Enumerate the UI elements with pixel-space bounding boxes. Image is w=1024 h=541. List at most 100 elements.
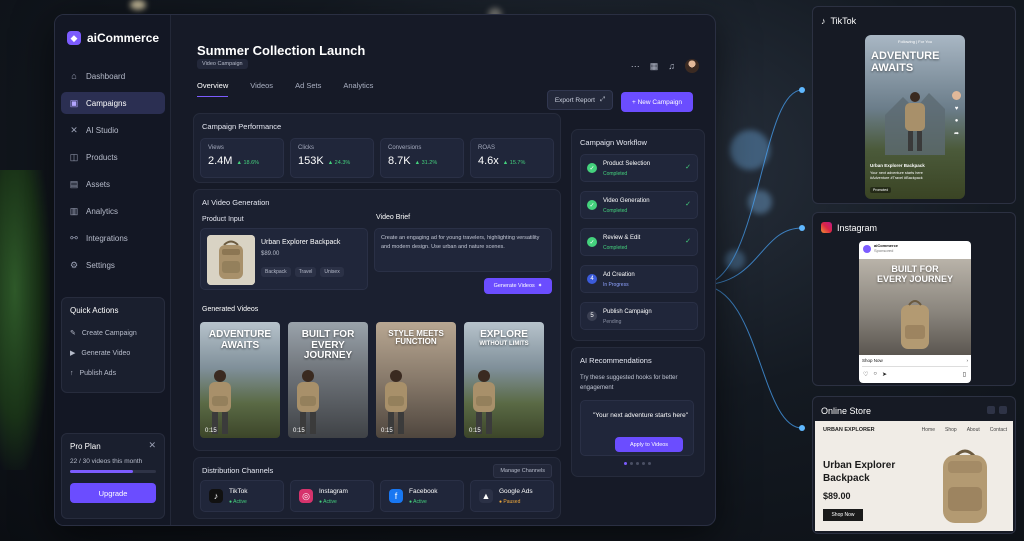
- share-icon[interactable]: ➤: [882, 371, 887, 378]
- metric-label: ROAS: [478, 145, 496, 151]
- sidebar-item-label: Products: [86, 152, 118, 162]
- sidebar-item-assets[interactable]: ▤ Assets: [61, 173, 165, 195]
- quick-action-create-campaign[interactable]: ✎ Create Campaign: [70, 323, 156, 343]
- sidebar-item-label: Settings: [86, 260, 115, 270]
- comment-icon[interactable]: ●: [955, 118, 959, 124]
- usage-progress: [70, 470, 156, 473]
- avatar[interactable]: [952, 91, 961, 100]
- video-thumbnail[interactable]: ADVENTURE AWAITS 0:15: [200, 322, 280, 438]
- campaign-icon: ▣: [69, 97, 79, 108]
- heart-icon[interactable]: ♡: [863, 371, 868, 378]
- link-icon: ⚯: [70, 232, 78, 243]
- quick-action-publish-ads[interactable]: ↑ Publish Ads: [70, 363, 156, 383]
- workflow-step[interactable]: ✓ Video Generation Completed ✓: [580, 191, 698, 219]
- metric-value: 8.7K: [388, 155, 411, 167]
- carousel-dots[interactable]: [624, 462, 651, 465]
- generate-videos-button[interactable]: Generate Videos ✦: [484, 278, 552, 294]
- sidebar-item-integrations[interactable]: ⚯ Integrations: [61, 227, 165, 249]
- store-backpack-image: [943, 449, 987, 523]
- sidebar-item-settings[interactable]: ⚙ Settings: [61, 254, 165, 276]
- shop-now-button[interactable]: Shop Now: [823, 509, 863, 521]
- metric-value: 153K: [298, 155, 324, 167]
- workflow-step[interactable]: 5 Publish Campaign Pending: [580, 302, 698, 330]
- video-thumbnail[interactable]: STYLE MEETS FUNCTION 0:15: [376, 322, 456, 438]
- sidebar-item-products[interactable]: ◫ Products: [61, 146, 165, 168]
- store-nav-link[interactable]: Contact: [990, 427, 1007, 433]
- online-store-preview-panel: Online Store URBAN EXPLORER Home Shop Abou…: [812, 396, 1016, 534]
- sidebar-item-label: Campaigns: [86, 98, 127, 108]
- calendar-icon[interactable]: ▦: [650, 61, 659, 72]
- product-input[interactable]: Urban Explorer Backpack $89.00 Backpack T…: [200, 228, 368, 290]
- manage-channels-button[interactable]: Manage Channels: [493, 464, 552, 478]
- store-nav-link[interactable]: Home: [922, 427, 935, 433]
- sparkle-icon: ✦: [537, 283, 543, 289]
- tab-overview[interactable]: Overview: [197, 81, 229, 97]
- metric-row: 4.6x ▲ 15.7%: [478, 155, 546, 167]
- workflow-step[interactable]: 4 Ad Creation In Progress: [580, 265, 698, 293]
- check-circle-icon: ✓: [587, 163, 597, 173]
- heart-icon[interactable]: ♥: [955, 106, 959, 112]
- generate-videos-label: Generate Videos: [493, 283, 535, 289]
- workflow-step[interactable]: ✓ Product Selection Completed ✓: [580, 154, 698, 182]
- sidebar-item-analytics[interactable]: ▥ Analytics: [61, 200, 165, 222]
- video-thumbnail[interactable]: EXPLORE WITHOUT LIMITS 0:15: [464, 322, 544, 438]
- title-subline: WITHOUT LIMITS: [479, 340, 529, 347]
- post-actions: ♡ ○ ➤: [863, 371, 887, 378]
- home-icon: ⌂: [71, 71, 77, 81]
- more-icon[interactable]: ⋯: [631, 61, 640, 72]
- quick-action-generate-video[interactable]: ▶ Generate Video: [70, 343, 156, 363]
- instagram-post[interactable]: aiCommerce Sponsored BUILT FOR EVERY JOU…: [859, 241, 971, 383]
- step-number: 4: [587, 274, 597, 284]
- panel-header: ♪ TikTok: [821, 16, 856, 26]
- step-status: Completed: [603, 208, 628, 214]
- instagram-preview-panel: Instagram aiCommerce Sponsored BUILT FOR…: [812, 212, 1016, 386]
- channel-instagram[interactable]: ◎ Instagram ● Active: [290, 480, 374, 512]
- post-cta[interactable]: Shop Now ›: [862, 358, 968, 367]
- channel-facebook[interactable]: f Facebook ● Active: [380, 480, 464, 512]
- sidebar-item-dashboard[interactable]: ⌂ Dashboard: [61, 65, 165, 87]
- sidebar-item-label: Analytics: [86, 206, 119, 216]
- export-report-button[interactable]: Export Report ⤢: [547, 90, 613, 110]
- tab-analytics[interactable]: Analytics: [343, 81, 373, 97]
- sidebar-item-ai-studio[interactable]: ✕ AI Studio: [61, 119, 165, 141]
- new-campaign-button[interactable]: + New Campaign: [621, 92, 693, 112]
- workflow-step[interactable]: ✓ Review & Edit Completed ✓: [580, 228, 698, 256]
- metric-clicks: Clicks 153K ▲ 24.3%: [290, 138, 374, 178]
- card-title: Distribution Channels: [202, 466, 274, 475]
- bell-icon[interactable]: ♫: [668, 61, 675, 71]
- product-image: [207, 235, 255, 285]
- brand-logo[interactable]: ◆ aiCommerce: [67, 31, 159, 45]
- tab-ad-sets[interactable]: Ad Sets: [295, 81, 321, 97]
- store-nav-link[interactable]: About: [967, 427, 980, 433]
- store-nav-link[interactable]: Shop: [945, 427, 957, 433]
- tab-videos[interactable]: Videos: [250, 81, 273, 97]
- quick-action-label: Create Campaign: [81, 329, 137, 337]
- store-product-title: Urban Explorer Backpack: [823, 459, 895, 485]
- channel-google-ads[interactable]: ▲ Google Ads ● Paused: [470, 480, 554, 512]
- product-tag: Backpack: [261, 267, 291, 277]
- upgrade-button[interactable]: Upgrade: [70, 483, 156, 503]
- title-line: BUILT FOR: [301, 329, 355, 340]
- share-icon[interactable]: ➦: [954, 130, 959, 137]
- main-content: Summer Collection Launch Video Campaign …: [171, 15, 715, 525]
- video-thumbnail[interactable]: BUILT FOR EVERY JOURNEY 0:15: [288, 322, 368, 438]
- metric-roas: ROAS 4.6x ▲ 15.7%: [470, 138, 554, 178]
- video-duration: 0:15: [293, 428, 305, 434]
- close-icon[interactable]: [999, 406, 1007, 414]
- tiktok-phone[interactable]: Following | For You ADVENTURE AWAITS ♥ ●…: [865, 35, 965, 199]
- metric-change: ▲ 18.6%: [236, 160, 260, 166]
- tiktok-caption: Your next adventure starts here #Adventu…: [870, 171, 923, 180]
- apply-to-videos-button[interactable]: Apply to Videos: [615, 437, 683, 452]
- shop-now-label: Shop Now: [862, 358, 883, 363]
- bookmark-icon[interactable]: ▯: [963, 371, 966, 378]
- minimize-icon[interactable]: [987, 406, 995, 414]
- tiktok-side-actions: ♥ ● ➦: [952, 91, 961, 137]
- avatar[interactable]: [685, 59, 699, 73]
- promoted-label: Promoted: [870, 187, 892, 193]
- metric-row: 8.7K ▲ 31.2%: [388, 155, 456, 167]
- close-icon[interactable]: ✕: [148, 440, 156, 451]
- sidebar-item-campaigns[interactable]: ▣ Campaigns: [61, 92, 165, 114]
- comment-icon[interactable]: ○: [873, 371, 877, 378]
- channel-tiktok[interactable]: ♪ TikTok ● Active: [200, 480, 284, 512]
- video-brief-input[interactable]: Create an engaging ad for young traveler…: [374, 228, 552, 272]
